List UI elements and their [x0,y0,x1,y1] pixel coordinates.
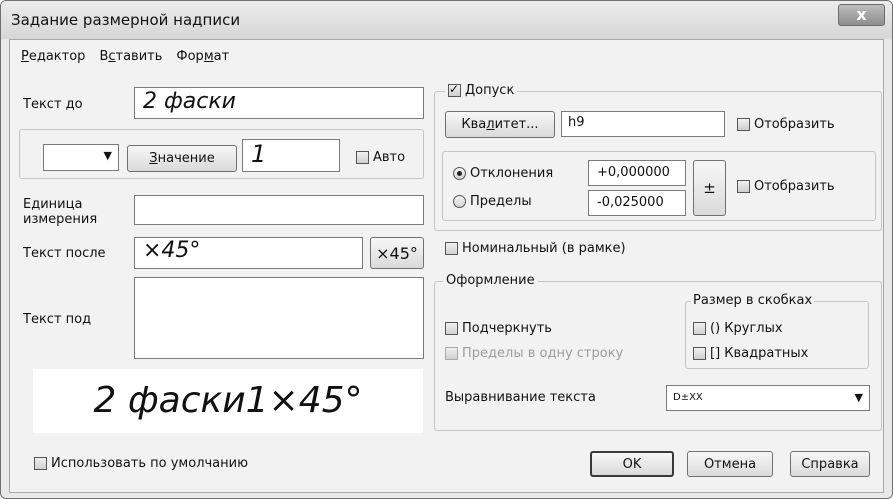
chevron-down-icon: ▼ [103,149,112,162]
plus-minus-button[interactable]: ± [693,160,726,216]
display2-checkbox-row[interactable]: Отобразить [737,179,835,194]
dialog-title: Задание размерной надписи [11,11,241,29]
menu-editor[interactable]: Редактор [21,49,85,64]
limits-radio[interactable] [453,195,466,208]
ok-button[interactable]: OK [590,451,674,477]
display-checkbox-row[interactable]: Отобразить [737,117,835,132]
round-checkbox-row[interactable]: () Круглых [693,321,783,336]
use-default-checkbox[interactable] [34,457,47,470]
unit-label: Единица измерения [23,197,98,227]
menu-format[interactable]: Формат [176,49,229,64]
text-under-label: Текст под [23,312,92,327]
value-field[interactable]: 1 [242,139,340,172]
cancel-button[interactable]: Отмена [687,451,773,477]
x45-button[interactable]: ×45° [370,237,424,269]
underline-checkbox-row[interactable]: Подчеркнуть [445,321,552,336]
brackets-label: Размер в скобках [691,293,815,308]
auto-label: Авто [373,150,406,165]
display2-label: Отобразить [754,179,835,194]
preview-box: 2 фаски1×45° [33,369,423,433]
nominal-label: Номинальный (в рамке) [462,241,626,256]
round-checkbox[interactable] [693,322,706,335]
align-dropdown-value: D±XX [673,392,703,403]
use-default-row[interactable]: Использовать по умолчанию [34,456,248,471]
text-before-input[interactable]: 2 фаски [134,87,424,119]
round-label: () Круглых [710,321,783,336]
one-line-checkbox[interactable] [445,347,458,360]
align-dropdown[interactable]: D±XX ▼ [666,385,870,411]
formatting-label: Оформление [443,273,538,288]
text-after-label: Текст после [23,246,106,261]
qualitet-input[interactable]: h9 [561,111,725,137]
symbol-dropdown[interactable]: ▼ [43,144,119,171]
tolerance-label: Допуск [465,83,515,98]
text-after-input[interactable]: ×45° [134,237,363,269]
one-line-label: Пределы в одну строку [462,346,624,361]
nominal-checkbox[interactable] [445,242,458,255]
menu-insert[interactable]: Вставить [99,49,162,64]
square-checkbox-row[interactable]: [] Квадратных [693,346,808,361]
upper-deviation-input[interactable]: +0,000000 [588,160,686,186]
deviations-radio[interactable] [453,167,466,180]
title-bar: Задание размерной надписи x [1,1,892,39]
text-before-label: Текст до [23,97,83,112]
limits-label: Пределы [470,194,532,209]
qualitet-button[interactable]: Ква л итет... [445,111,555,138]
deviations-label: Отклонения [470,166,554,181]
help-button[interactable]: Справка [790,451,870,477]
underline-label: Подчеркнуть [462,321,552,336]
value-button[interactable]: Значение [127,145,237,172]
one-line-checkbox-row[interactable]: Пределы в одну строку [445,346,623,361]
display-checkbox[interactable] [737,118,750,131]
display-label: Отобразить [754,117,835,132]
menu-bar: Редактор Вставить Формат [21,49,229,64]
underline-checkbox[interactable] [445,322,458,335]
unit-input[interactable] [134,195,424,225]
lower-deviation-input[interactable]: -0,025000 [588,190,686,216]
text-under-textarea[interactable] [134,277,424,359]
use-default-label: Использовать по умолчанию [51,456,249,471]
auto-checkbox[interactable] [356,151,369,164]
auto-checkbox-row[interactable]: Авто [356,150,405,165]
deviations-radio-row[interactable]: Отклонения [453,166,553,181]
square-checkbox[interactable] [693,347,706,360]
tolerance-checkbox-row[interactable]: Допуск [445,82,518,98]
close-button[interactable]: x [838,4,885,26]
nominal-checkbox-row[interactable]: Номинальный (в рамке) [445,241,626,256]
square-label: [] Квадратных [710,346,809,361]
display2-checkbox[interactable] [737,180,750,193]
chevron-down-icon: ▼ [854,391,863,404]
limits-radio-row[interactable]: Пределы [453,194,532,209]
dialog-window: Задание размерной надписи x Редактор Вст… [0,0,893,499]
tolerance-checkbox[interactable] [448,82,461,97]
align-label: Выравнивание текста [445,390,596,405]
